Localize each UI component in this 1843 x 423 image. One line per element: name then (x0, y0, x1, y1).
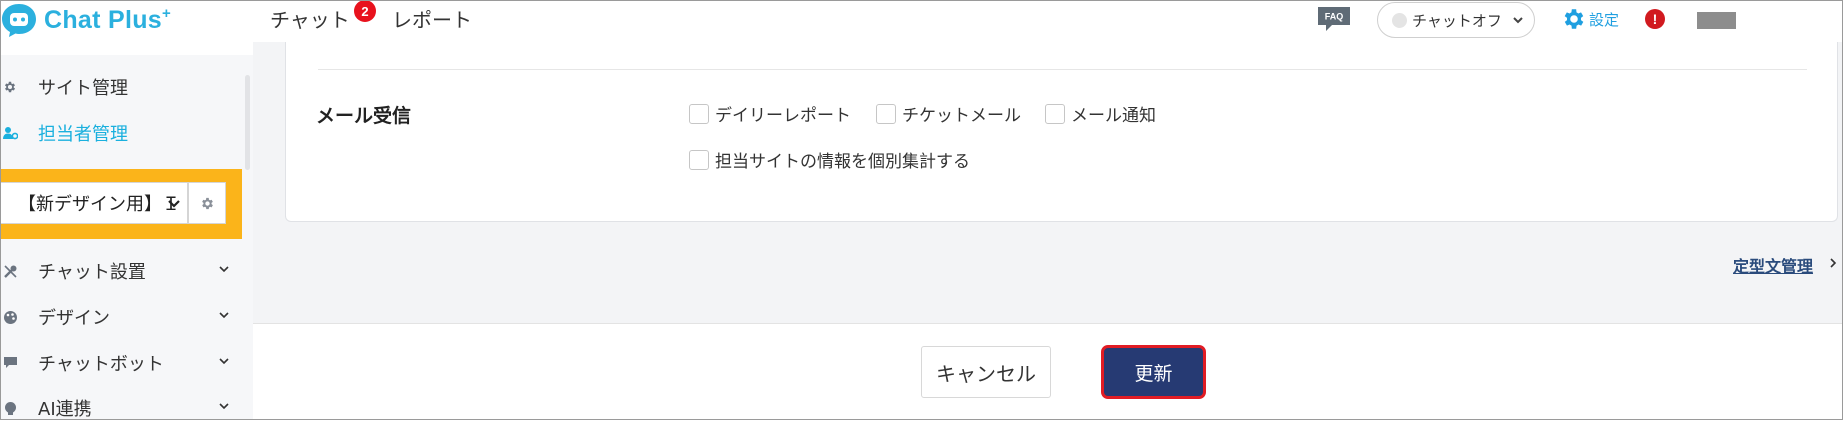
faq-label: FAQ (1325, 12, 1344, 22)
gear-icon (1564, 9, 1584, 29)
cancel-button[interactable]: キャンセル (921, 346, 1051, 398)
site-select-dropdown[interactable]: 【新デザイン用】Ｉ (0, 182, 188, 224)
checkbox-box[interactable] (689, 149, 709, 170)
palette-icon (2, 309, 18, 325)
daily-report-checkbox[interactable]: デイリーレポート (689, 101, 851, 126)
template-management-link[interactable]: 定型文管理 (1733, 253, 1813, 277)
checkbox-box[interactable] (689, 103, 709, 124)
tools-icon (2, 263, 18, 279)
sidebar-item-label: デザイン (38, 308, 110, 329)
sidebar-item-label: チャット設置 (38, 262, 146, 283)
site-select-value: 【新デザイン用】Ｉ (18, 194, 180, 215)
nav-chat[interactable]: チャット (270, 4, 350, 33)
sidebar-item-label: チャットボット (38, 354, 164, 375)
sidebar-item-label: AI連携 (38, 399, 92, 420)
gear-icon (2, 79, 18, 95)
chat-status-dropdown[interactable]: チャットオフ (1377, 2, 1535, 38)
mail-notification-checkbox[interactable]: メール通知 (1045, 101, 1156, 126)
site-settings-button[interactable] (188, 182, 226, 224)
chat-bubble-logo-icon (2, 4, 36, 37)
sidebar-item-design[interactable]: デザイン (0, 302, 243, 332)
checkbox-label: メール通知 (1071, 106, 1156, 126)
sidebar-item-chatbot[interactable]: チャットボット (0, 348, 243, 378)
checkbox-label: 担当サイトの情報を個別集計する (715, 152, 970, 172)
chevron-down-icon (1513, 17, 1523, 24)
checkbox-label: チケットメール (902, 106, 1021, 126)
status-dot-icon (1392, 12, 1407, 28)
sidebar-item-chat-setup[interactable]: チャット設置 (0, 256, 243, 286)
user-gear-icon (2, 125, 18, 141)
settings-button[interactable]: 設定 (1561, 6, 1619, 32)
sidebar-item-label: 担当者管理 (38, 124, 128, 145)
sidebar-item-staff-management[interactable]: 担当者管理 (0, 118, 243, 148)
chat-status-label: チャットオフ (1412, 11, 1502, 30)
logo-text: Chat Plus (44, 6, 162, 34)
per-site-aggregate-checkbox[interactable]: 担当サイトの情報を個別集計する (689, 147, 970, 172)
top-header: Chat Plus+ チャット 2 レポート FAQ チャットオフ 設定 ! (0, 0, 1843, 42)
sidebar-item-site-management[interactable]: サイト管理 (0, 72, 243, 102)
chevron-right-icon[interactable] (1829, 257, 1837, 269)
gear-icon (201, 197, 213, 209)
faq-icon[interactable]: FAQ (1316, 5, 1352, 33)
chevron-down-icon (219, 312, 229, 319)
chevron-down-icon (219, 358, 229, 365)
chevron-down-icon (219, 403, 229, 410)
chevron-down-icon (168, 200, 180, 208)
mail-receive-label: メール受信 (316, 105, 412, 127)
checkbox-box[interactable] (1045, 103, 1065, 124)
checkbox-label: デイリーレポート (715, 106, 851, 126)
chat-icon (2, 355, 18, 371)
ticket-mail-checkbox[interactable]: チケットメール (876, 101, 1021, 126)
chat-count-badge: 2 (354, 0, 376, 22)
sidebar-item-ai-integration[interactable]: AI連携 (0, 393, 243, 423)
chatplus-logo[interactable]: Chat Plus+ (0, 2, 171, 38)
checkbox-box[interactable] (876, 103, 896, 124)
ai-icon (2, 400, 18, 416)
settings-label: 設定 (1589, 10, 1620, 29)
logo-plus: + (162, 5, 172, 22)
nav-report[interactable]: レポート (392, 4, 472, 33)
alert-icon[interactable]: ! (1645, 9, 1665, 29)
user-avatar[interactable] (1697, 12, 1736, 29)
chevron-down-icon (219, 266, 229, 273)
sidebar-scroll-thumb[interactable] (245, 75, 250, 170)
card-divider (318, 69, 1807, 70)
update-button[interactable]: 更新 (1101, 345, 1206, 399)
sidebar-item-label: サイト管理 (38, 78, 128, 99)
